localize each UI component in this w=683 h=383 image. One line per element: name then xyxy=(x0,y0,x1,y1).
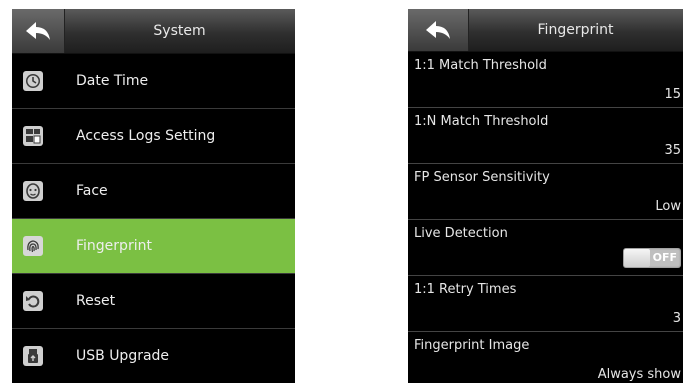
setting-value: Low xyxy=(655,199,681,214)
back-button[interactable] xyxy=(12,9,65,53)
setting-label: 1:1 Retry Times xyxy=(414,282,517,297)
back-arrow-icon xyxy=(426,21,450,39)
menu-item-label: Face xyxy=(76,183,108,199)
reset-icon xyxy=(22,290,44,312)
menu-item-label: USB Upgrade xyxy=(76,348,170,364)
setting-label: Fingerprint Image xyxy=(414,338,530,353)
menu-item-date-time[interactable]: Date Time xyxy=(12,54,295,109)
fingerprint-screen: Fingerprint 1:1 Match Threshold 15 1:N M… xyxy=(408,9,683,383)
menu-item-label: Fingerprint xyxy=(76,238,152,254)
fingerprint-header: Fingerprint xyxy=(408,9,683,52)
setting-label: FP Sensor Sensitivity xyxy=(414,170,550,185)
setting-live-detection[interactable]: Live Detection OFF xyxy=(408,220,683,276)
fingerprint-icon xyxy=(22,235,44,257)
page-title: Fingerprint xyxy=(537,22,614,38)
clock-icon xyxy=(22,70,44,92)
toggle-knob xyxy=(624,249,650,267)
menu-item-fingerprint[interactable]: Fingerprint xyxy=(12,219,295,274)
setting-label: 1:N Match Threshold xyxy=(414,114,549,129)
setting-value: 35 xyxy=(664,143,681,158)
back-arrow-icon xyxy=(26,22,50,40)
menu-item-label: Reset xyxy=(76,293,116,309)
setting-value: 3 xyxy=(672,311,681,326)
system-screen: System Date Time Access Logs Setting Fac… xyxy=(12,9,295,383)
setting-1-n-match-threshold[interactable]: 1:N Match Threshold 35 xyxy=(408,108,683,164)
menu-item-label: Access Logs Setting xyxy=(76,128,216,144)
system-header: System xyxy=(12,9,295,54)
setting-1-1-retry-times[interactable]: 1:1 Retry Times 3 xyxy=(408,276,683,332)
menu-item-reset[interactable]: Reset xyxy=(12,274,295,329)
setting-fingerprint-image[interactable]: Fingerprint Image Always show xyxy=(408,332,683,383)
menu-item-usb-upgrade[interactable]: USB Upgrade xyxy=(12,329,295,383)
live-detection-toggle[interactable]: OFF xyxy=(623,248,681,268)
setting-label: Live Detection xyxy=(414,226,508,241)
setting-value: Always show xyxy=(597,367,681,382)
menu-item-face[interactable]: Face xyxy=(12,164,295,219)
usb-icon xyxy=(22,345,44,367)
logs-icon xyxy=(22,125,44,147)
setting-fp-sensor-sensitivity[interactable]: FP Sensor Sensitivity Low xyxy=(408,164,683,220)
back-button[interactable] xyxy=(408,9,469,51)
setting-value: 15 xyxy=(664,87,681,102)
menu-item-access-logs-setting[interactable]: Access Logs Setting xyxy=(12,109,295,164)
toggle-state: OFF xyxy=(652,251,677,264)
setting-1-1-match-threshold[interactable]: 1:1 Match Threshold 15 xyxy=(408,52,683,108)
page-title: System xyxy=(153,23,206,39)
menu-item-label: Date Time xyxy=(76,73,149,89)
setting-label: 1:1 Match Threshold xyxy=(414,58,547,73)
face-icon xyxy=(22,180,44,202)
